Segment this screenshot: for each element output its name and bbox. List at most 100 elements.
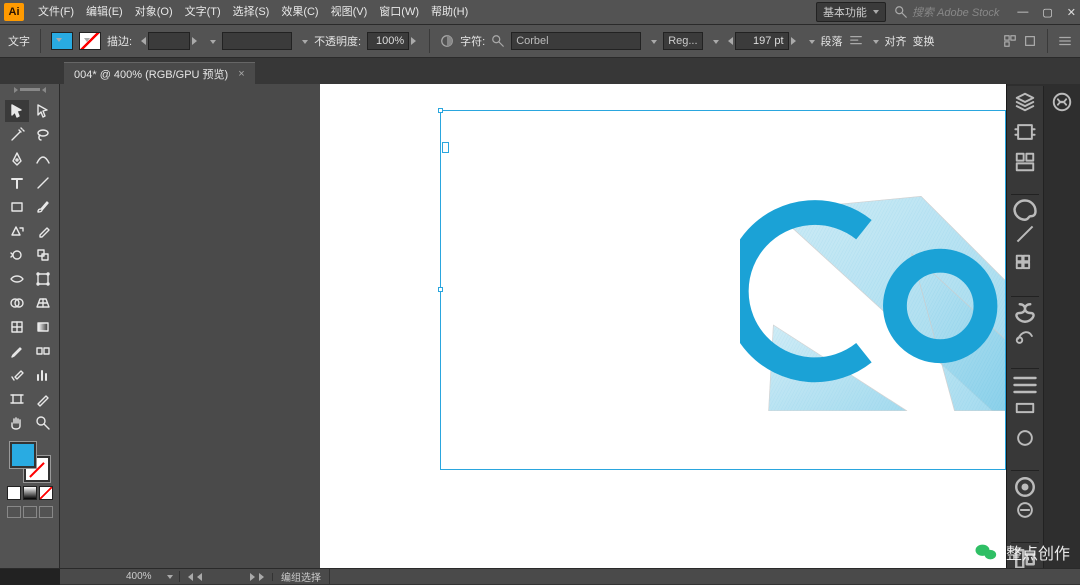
rotate-tool[interactable] [5,244,29,266]
brush-popup[interactable] [298,35,308,47]
gpu-icon[interactable] [504,0,514,24]
chevron-left-icon[interactable] [188,573,193,581]
chevron-left-icon[interactable] [725,37,733,45]
symbol-sprayer-tool[interactable] [5,364,29,386]
appearance-panel-icon[interactable] [1011,470,1039,490]
stroke-panel-icon[interactable] [1011,368,1039,388]
paragraph-dropdown[interactable] [869,35,879,47]
asset-panel-icon[interactable] [1014,152,1036,172]
eraser-tool[interactable] [31,220,55,242]
menu-file[interactable]: 文件(F) [32,0,80,24]
selection-tool[interactable] [5,100,29,122]
eyedropper-tool[interactable] [5,340,29,362]
lasso-tool[interactable] [31,124,55,146]
draw-inside[interactable] [39,506,53,518]
magic-wand-tool[interactable] [5,124,29,146]
perspective-tool[interactable] [31,292,55,314]
free-transform-tool[interactable] [31,268,55,290]
stroke-weight-stepper[interactable] [138,32,200,50]
font-style-select[interactable]: Reg... [663,32,702,50]
canvas[interactable] [60,84,1006,568]
gradient-panel-icon[interactable] [1014,398,1036,418]
font-family-dropdown[interactable] [647,35,657,47]
brush-definition[interactable] [222,32,292,50]
close-icon[interactable]: × [238,68,244,80]
zoom-level[interactable]: 400% [120,571,180,582]
document-tab[interactable]: 004* @ 400% (RGB/GPU 预览) × [64,62,255,84]
arrange-icon[interactable] [494,0,504,24]
recolor-icon[interactable] [440,34,454,48]
type-tool[interactable] [5,172,29,194]
chevron-left-icon[interactable] [197,573,202,581]
stock-icon[interactable]: St [484,0,494,24]
solid-color-mode[interactable] [7,486,21,500]
font-family-select[interactable]: Corbel [511,32,641,50]
window-close-icon[interactable]: ✕ [1067,6,1076,19]
zoom-tool[interactable] [31,412,55,434]
paintbrush-tool[interactable] [31,196,55,218]
chevron-right-icon[interactable] [192,37,200,45]
menu-edit[interactable]: 编辑(E) [80,0,129,24]
draw-behind[interactable] [23,506,37,518]
graphic-styles-panel-icon[interactable] [1014,500,1036,520]
menu-help[interactable]: 帮助(H) [425,0,474,24]
align-label[interactable]: 对齐 [885,33,907,49]
chevron-right-icon[interactable] [411,37,419,45]
shape-builder-tool[interactable] [5,292,29,314]
layers-panel-icon[interactable] [1014,92,1036,112]
shaper-tool[interactable] [5,220,29,242]
isolate-icon[interactable] [1003,34,1017,48]
column-graph-tool[interactable] [31,364,55,386]
font-size-value[interactable]: 197 pt [735,32,789,50]
transparency-panel-icon[interactable] [1014,428,1036,448]
chevron-right-icon[interactable] [250,573,255,581]
hand-tool[interactable] [5,412,29,434]
artboards-panel-icon[interactable] [1014,122,1036,142]
menu-view[interactable]: 视图(V) [325,0,374,24]
font-size-stepper[interactable]: 197 pt [725,32,799,50]
chevron-right-icon[interactable] [259,573,264,581]
stroke-weight-value[interactable] [148,32,190,50]
menu-effect[interactable]: 效果(C) [275,0,324,24]
search-icon[interactable] [491,34,505,48]
stock-search[interactable]: 搜索 Adobe Stock [894,4,999,20]
chevron-down-icon[interactable] [163,571,173,582]
blend-tool[interactable] [31,340,55,362]
menu-window[interactable]: 窗口(W) [373,0,425,24]
bridge-icon[interactable] [474,0,484,24]
selection-handle[interactable] [438,287,443,292]
draw-normal[interactable] [7,506,21,518]
menu-text[interactable]: 文字(T) [179,0,227,24]
artboard-tool[interactable] [5,388,29,410]
fill-color[interactable] [10,442,36,468]
edit-mode-icon[interactable] [1023,34,1037,48]
width-tool[interactable] [5,268,29,290]
color-guide-panel-icon[interactable] [1014,224,1036,244]
rectangle-tool[interactable] [5,196,29,218]
stroke-popup[interactable] [206,35,216,47]
color-panel-icon[interactable] [1011,194,1039,214]
libraries-panel-icon[interactable] [1051,92,1073,112]
none-mode[interactable] [39,486,53,500]
menu-object[interactable]: 对象(O) [129,0,179,24]
artboard-nav[interactable] [180,573,273,581]
font-size-dropdown[interactable] [805,35,815,47]
selection-bounding-box[interactable] [440,110,1006,470]
opacity-stepper[interactable]: 100% [367,32,419,50]
chevron-right-icon[interactable] [791,37,799,45]
line-tool[interactable] [31,172,55,194]
curvature-tool[interactable] [31,148,55,170]
brushes-panel-icon[interactable] [1014,326,1036,346]
panel-menu-icon[interactable] [1058,34,1072,48]
paragraph-align-icon[interactable] [849,34,863,48]
fill-swatch[interactable] [51,32,73,50]
pen-tool[interactable] [5,148,29,170]
menu-select[interactable]: 选择(S) [227,0,276,24]
scale-tool[interactable] [31,244,55,266]
transform-label[interactable]: 变换 [913,33,935,49]
paragraph-label[interactable]: 段落 [821,33,843,49]
symbols-panel-icon[interactable] [1011,296,1039,316]
chevron-left-icon[interactable] [138,37,146,45]
gradient-tool[interactable] [31,316,55,338]
workspace-switcher[interactable]: 基本功能 [816,2,886,22]
